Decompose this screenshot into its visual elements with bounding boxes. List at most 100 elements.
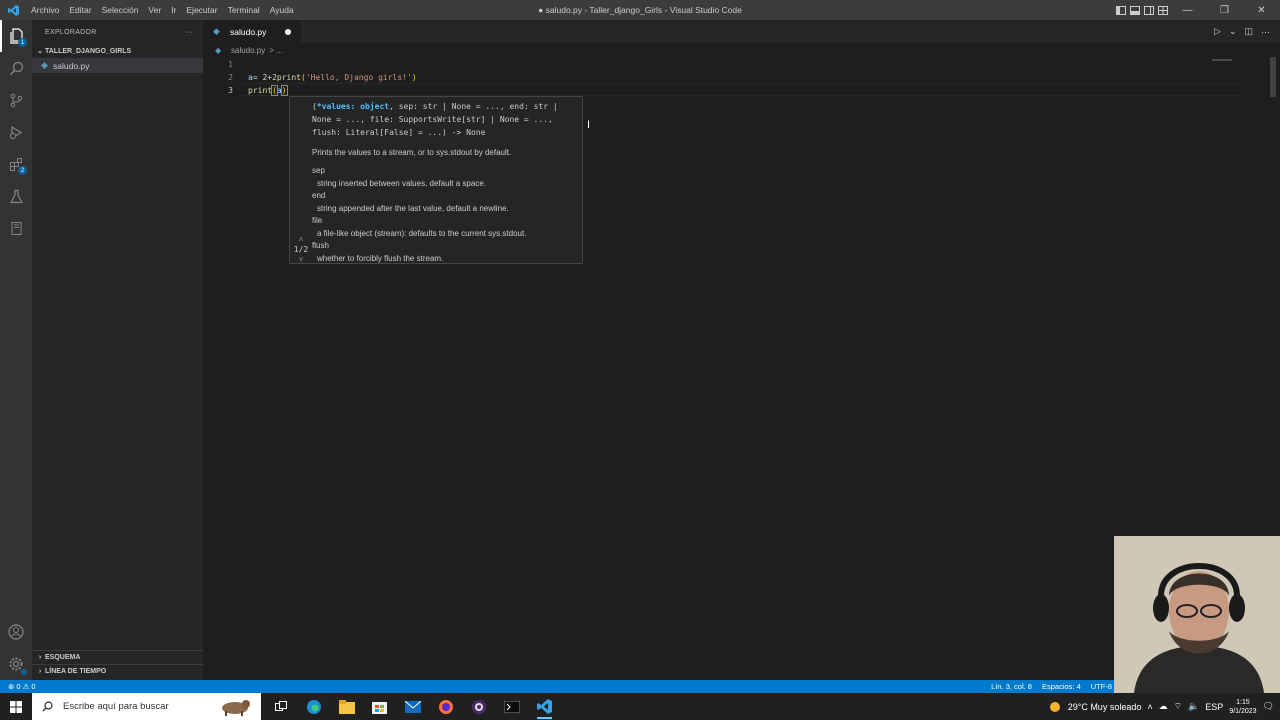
settings-gear-icon[interactable] <box>0 648 32 680</box>
split-editor-icon[interactable]: ◫ <box>1244 26 1253 37</box>
folder-name: TALLER_DJANGO_GIRLS <box>45 47 132 55</box>
search-highlight-art-icon <box>222 700 250 716</box>
menu-ir[interactable]: Ir <box>166 0 181 20</box>
extensions-icon[interactable]: 2 <box>0 148 32 180</box>
toggle-secondary-sidebar-icon[interactable] <box>1144 5 1154 15</box>
notifications-icon[interactable]: 🗨 <box>1263 701 1274 712</box>
menu-bar: Archivo Editar Selección Ver Ir Ejecutar… <box>26 0 299 20</box>
chevron-down-icon[interactable]: ˅ <box>292 255 310 265</box>
editor-tabs: ◆ saludo.py ▷ ⌄ ◫ ··· <box>203 20 1280 43</box>
onedrive-icon[interactable]: ☁ <box>1159 701 1168 712</box>
breadcrumb-more[interactable]: > ... <box>269 46 283 55</box>
status-bar: ⊗ 0 ⚠ 0 Lín. 3, col. 8 Espacios: 4 UTF-8 <box>0 680 1280 693</box>
indentation[interactable]: Espacios: 4 <box>1042 682 1081 691</box>
testing-icon[interactable] <box>0 180 32 212</box>
menu-ayuda[interactable]: Ayuda <box>265 0 299 20</box>
explorer-title: EXPLORADOR <box>45 28 97 36</box>
cursor-position[interactable]: Lín. 3, col. 8 <box>991 682 1032 691</box>
param-name: file <box>312 216 323 225</box>
line-number: 3 <box>228 86 233 95</box>
clock-date: 9/1/2023 <box>1229 707 1257 715</box>
activity-bar: 1 2 <box>0 20 32 680</box>
param-desc: whether to forcibly flush the stream. <box>317 253 444 263</box>
webcam-person-image <box>1114 536 1280 693</box>
menu-terminal[interactable]: Terminal <box>223 0 265 20</box>
obs-icon[interactable] <box>462 693 495 720</box>
edge-icon[interactable] <box>297 693 330 720</box>
text-cursor-icon: I <box>587 119 591 131</box>
task-view-icon[interactable] <box>264 693 297 720</box>
file-explorer-icon[interactable] <box>330 693 363 720</box>
remote-explorer-icon[interactable] <box>0 212 32 244</box>
encoding[interactable]: UTF-8 <box>1091 682 1112 691</box>
menu-ejecutar[interactable]: Ejecutar <box>181 0 222 20</box>
webcam-overlay <box>1114 536 1280 693</box>
breadcrumb-file[interactable]: saludo.py <box>231 46 265 55</box>
menu-ver[interactable]: Ver <box>143 0 166 20</box>
line-number: 2 <box>228 73 233 82</box>
vertical-scrollbar[interactable] <box>1270 57 1276 97</box>
close-icon[interactable]: ✕ <box>1243 0 1280 20</box>
signature-help-popup: ˄ 1/2 ˅ (*values: object, sep: str | Non… <box>289 96 583 264</box>
account-icon[interactable] <box>0 616 32 648</box>
param-name: flush <box>312 241 329 250</box>
timeline-section[interactable]: › LÍNEA DE TIEMPO <box>32 664 203 678</box>
minimap[interactable] <box>1212 59 1232 61</box>
mail-icon[interactable] <box>396 693 429 720</box>
search-icon[interactable] <box>0 52 32 84</box>
terminal-icon[interactable] <box>495 693 528 720</box>
param-doc-flush: flush whether to forcibly flush the stre… <box>312 240 580 265</box>
run-debug-icon[interactable] <box>0 116 32 148</box>
menu-editar[interactable]: Editar <box>64 0 96 20</box>
restore-icon[interactable]: ❐ <box>1206 0 1243 20</box>
more-actions-icon[interactable]: ··· <box>1261 27 1270 37</box>
taskbar-search-input[interactable]: Escribe aquí para buscar <box>32 693 261 720</box>
file-item-saludo[interactable]: ◆ saludo.py <box>32 58 203 73</box>
toggle-panel-icon[interactable] <box>1130 5 1140 15</box>
code-token: = 2+2 <box>252 73 277 82</box>
problems-indicator[interactable]: ⊗ 0 ⚠ 0 <box>8 682 36 691</box>
weather-sun-icon <box>1049 701 1060 712</box>
firefox-icon[interactable] <box>429 693 462 720</box>
tray-chevron-icon[interactable]: ˄ <box>1147 702 1152 712</box>
title-bar: Archivo Editar Selección Ver Ir Ejecutar… <box>0 0 1280 20</box>
extensions-badge: 2 <box>18 166 27 175</box>
active-parameter: *values: object <box>316 102 390 111</box>
store-icon[interactable] <box>363 693 396 720</box>
menu-seleccion[interactable]: Selección <box>97 0 144 20</box>
clock[interactable]: 1:15 9/1/2023 <box>1229 698 1256 716</box>
run-dropdown-icon[interactable]: ⌄ <box>1229 26 1237 37</box>
more-actions-icon[interactable]: ··· <box>185 29 193 36</box>
code-line-2: 2 a= 2+2 <box>203 71 1203 84</box>
chevron-right-icon: › <box>38 668 42 675</box>
customize-layout-icon[interactable] <box>1158 5 1168 15</box>
run-python-file-icon[interactable]: ▷ <box>1214 26 1221 37</box>
explorer-badge: 1 <box>18 38 27 47</box>
window-controls: — ❐ ✕ <box>1169 0 1280 20</box>
language-indicator[interactable]: ESP <box>1205 702 1223 712</box>
search-icon <box>42 701 53 712</box>
weather-text[interactable]: 29°C Muy soleado <box>1068 702 1142 712</box>
tab-saludo-py[interactable]: ◆ saludo.py <box>203 20 302 43</box>
chevron-up-icon[interactable]: ˄ <box>292 235 310 245</box>
network-icon[interactable]: ⌔ <box>1174 701 1182 712</box>
explorer-header: EXPLORADOR ··· <box>32 20 203 44</box>
vscode-icon[interactable] <box>528 693 561 720</box>
tab-label: saludo.py <box>230 26 267 37</box>
volume-icon[interactable]: 🔈 <box>1188 701 1199 712</box>
param-name: end <box>312 191 326 200</box>
toggle-sidebar-icon[interactable] <box>1116 5 1126 15</box>
settings-update-badge <box>21 669 27 675</box>
windows-start-icon[interactable] <box>0 693 32 720</box>
minimize-icon[interactable]: — <box>1169 0 1206 20</box>
code-line-1: 1 print('Hello, Django girls!') <box>203 58 1203 82</box>
menu-archivo[interactable]: Archivo <box>26 0 64 20</box>
param-doc-end: end string appended after the last value… <box>312 190 580 215</box>
unsaved-dot-icon[interactable] <box>285 28 292 35</box>
python-file-icon: ◆ <box>41 60 48 70</box>
outline-section[interactable]: › ESQUEMA <box>32 650 203 664</box>
explorer-icon[interactable]: 1 <box>0 20 32 52</box>
workspace-folder[interactable]: ⌄ TALLER_DJANGO_GIRLS <box>32 44 203 58</box>
source-control-icon[interactable] <box>0 84 32 116</box>
signature-summary: Prints the values to a stream, or to sys… <box>312 148 512 157</box>
